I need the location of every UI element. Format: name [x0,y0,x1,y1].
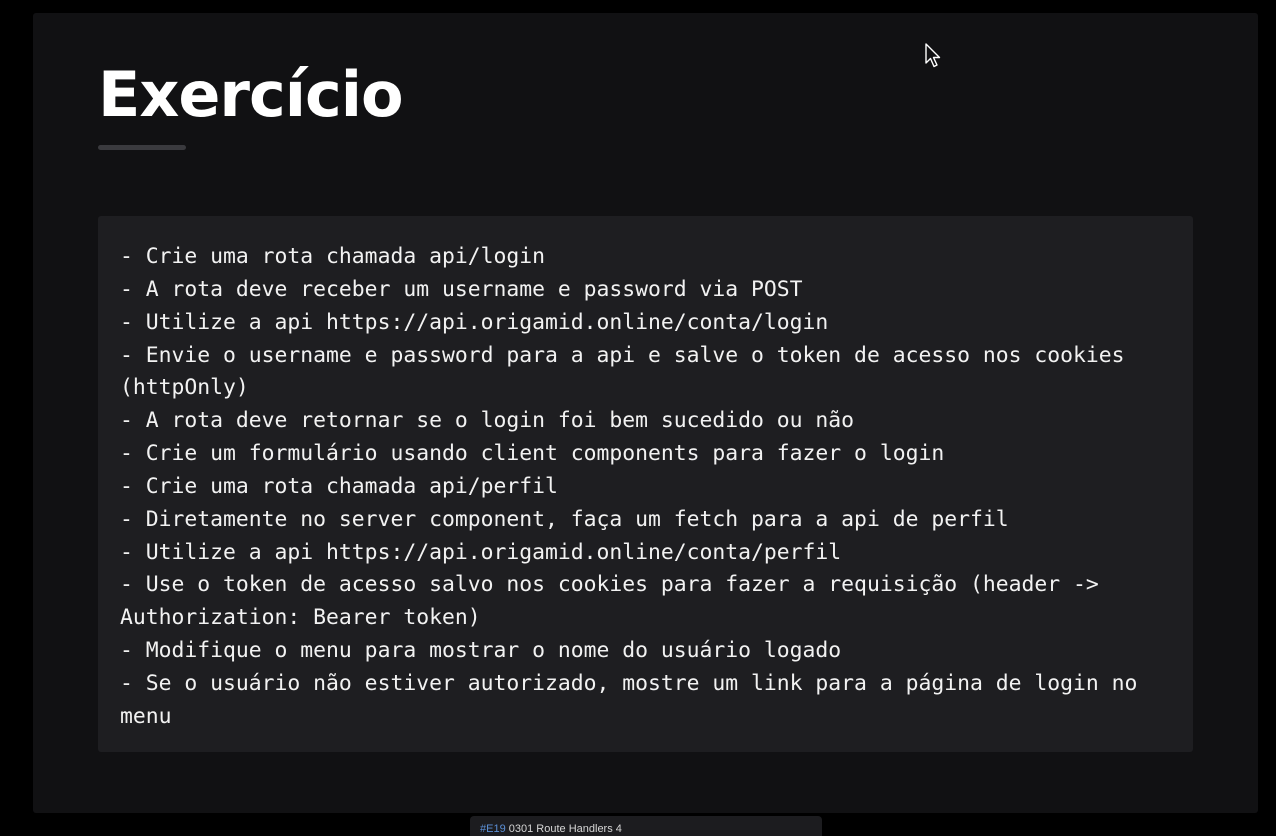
slide-title: Exercício [98,58,404,131]
bottom-tab[interactable]: #E19 0301 Route Handlers 4 [470,816,822,836]
exercise-line: - Crie uma rota chamada api/login [120,244,545,269]
exercise-line: - A rota deve receber um username e pass… [120,276,803,302]
exercise-line: (httpOnly) [120,375,249,401]
mouse-pointer-icon [925,43,941,68]
exercise-line: - Use o token de acesso salvo nos cookie… [120,572,1099,598]
exercise-line: Authorization: Bearer token) [120,605,481,631]
exercise-line: - Envie o username e password para a api… [120,342,1125,368]
exercise-line: - Crie uma rota chamada api/perfil [120,473,558,499]
exercise-line: - Utilize a api https://api.origamid.onl… [120,539,842,565]
slide: Exercício - Crie uma rota chamada api/lo… [33,13,1258,813]
exercise-line: - Crie um formulário usando client compo… [120,441,945,467]
exercise-line: - A rota deve retornar se o login foi be… [120,408,855,434]
exercise-line: - Diretamente no server component, faça … [120,506,1009,532]
exercise-line: - Utilize a api https://api.origamid.onl… [120,309,829,335]
exercise-code-block: - Crie uma rota chamada api/login - A ro… [98,216,1193,752]
exercise-line: menu [120,703,172,729]
title-underline [98,145,186,150]
bottom-tab-tag: #E19 [480,823,506,835]
exercise-line: - Modifique o menu para mostrar o nome d… [120,638,842,664]
exercise-line: - Se o usuário não estiver autorizado, m… [120,670,1138,696]
bottom-tab-label: 0301 Route Handlers 4 [508,823,622,835]
